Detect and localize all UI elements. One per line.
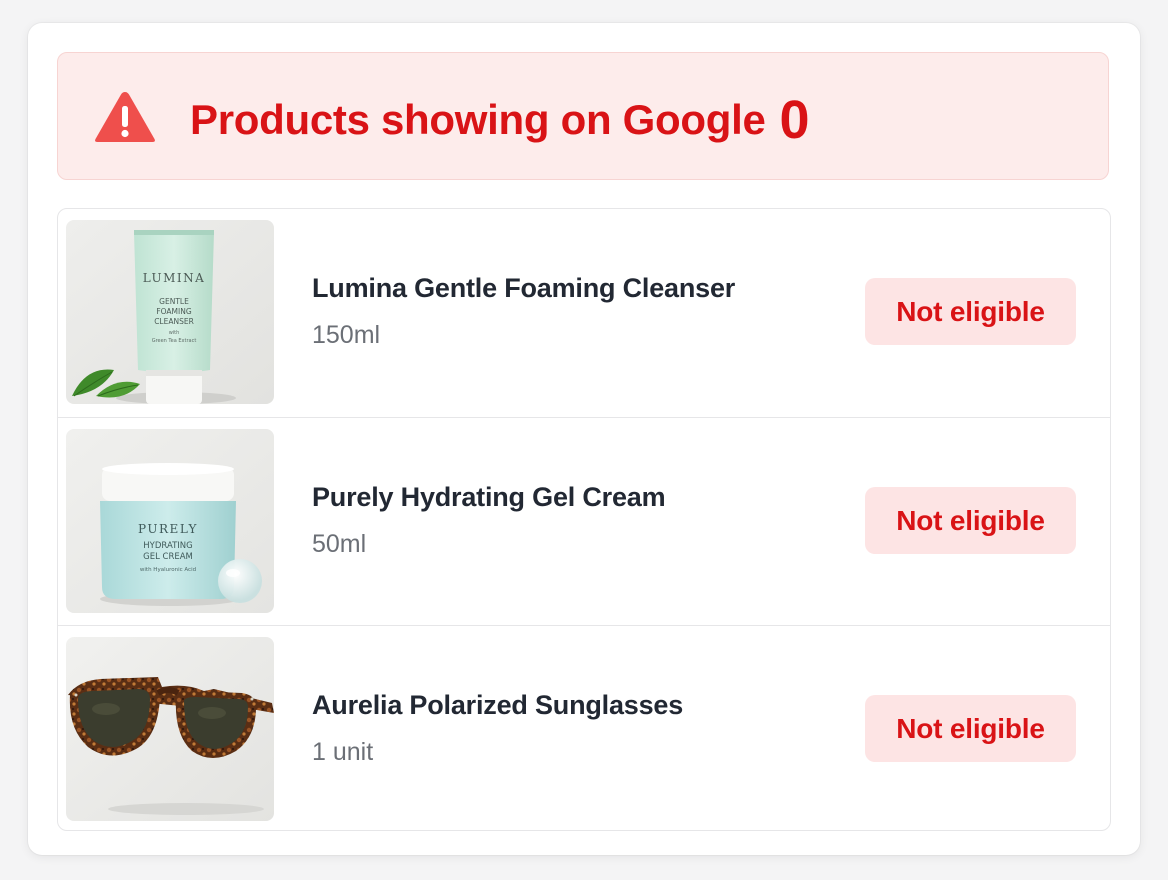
product-row[interactable]: PURELY HYDRATING GEL CREAM with Hyaluron… [58, 417, 1110, 625]
jar-line1-text: HYDRATING [143, 541, 193, 551]
cream-jar-image: PURELY HYDRATING GEL CREAM with Hyaluron… [66, 429, 274, 613]
cleanser-tube-image: LUMINA GENTLE FOAMING CLEANSER with Gree… [66, 220, 274, 404]
product-row[interactable]: Aurelia Polarized Sunglasses 1 unit Not … [58, 625, 1110, 830]
warning-triangle-icon [95, 92, 155, 142]
tube-line4-text: with [169, 330, 180, 336]
product-name[interactable]: Aurelia Polarized Sunglasses [312, 690, 683, 721]
jar-line2-text: GEL CREAM [143, 552, 193, 562]
product-size: 150ml [312, 321, 381, 349]
sunglasses-image [66, 637, 274, 821]
product-image-gel-cream[interactable]: PURELY HYDRATING GEL CREAM with Hyaluron… [66, 429, 274, 613]
alert-title-text: Products showing on Google [190, 96, 766, 143]
tube-line2-text: FOAMING [156, 307, 192, 316]
status-badge[interactable]: Not eligible [865, 695, 1076, 762]
tube-line3-text: CLEANSER [154, 317, 194, 326]
product-size: 1 unit [312, 738, 374, 766]
product-image-sunglasses[interactable] [66, 637, 274, 821]
products-alert-banner: Products showing on Google 0 [57, 52, 1109, 180]
tube-brand-text: LUMINA [143, 271, 206, 285]
product-row[interactable]: LUMINA GENTLE FOAMING CLEANSER with Gree… [58, 209, 1110, 416]
product-size: 50ml [312, 530, 367, 558]
product-list: LUMINA GENTLE FOAMING CLEANSER with Gree… [57, 208, 1111, 831]
status-badge[interactable]: Not eligible [865, 278, 1076, 345]
tube-line5-text: Green Tea Extract [152, 338, 197, 344]
products-showing-count: 0 [779, 90, 810, 150]
tube-line1-text: GENTLE [159, 297, 189, 306]
jar-brand-text: PURELY [138, 522, 198, 536]
jar-line3-text: with Hyaluronic Acid [140, 567, 196, 573]
product-name[interactable]: Purely Hydrating Gel Cream [312, 482, 666, 513]
product-image-cleanser[interactable]: LUMINA GENTLE FOAMING CLEANSER with Gree… [66, 220, 274, 404]
product-name[interactable]: Lumina Gentle Foaming Cleanser [312, 273, 735, 304]
products-card: Products showing on Google 0 LUMINA GENT… [28, 23, 1140, 855]
alert-title: Products showing on Google 0 [190, 90, 810, 150]
status-badge[interactable]: Not eligible [865, 487, 1076, 554]
